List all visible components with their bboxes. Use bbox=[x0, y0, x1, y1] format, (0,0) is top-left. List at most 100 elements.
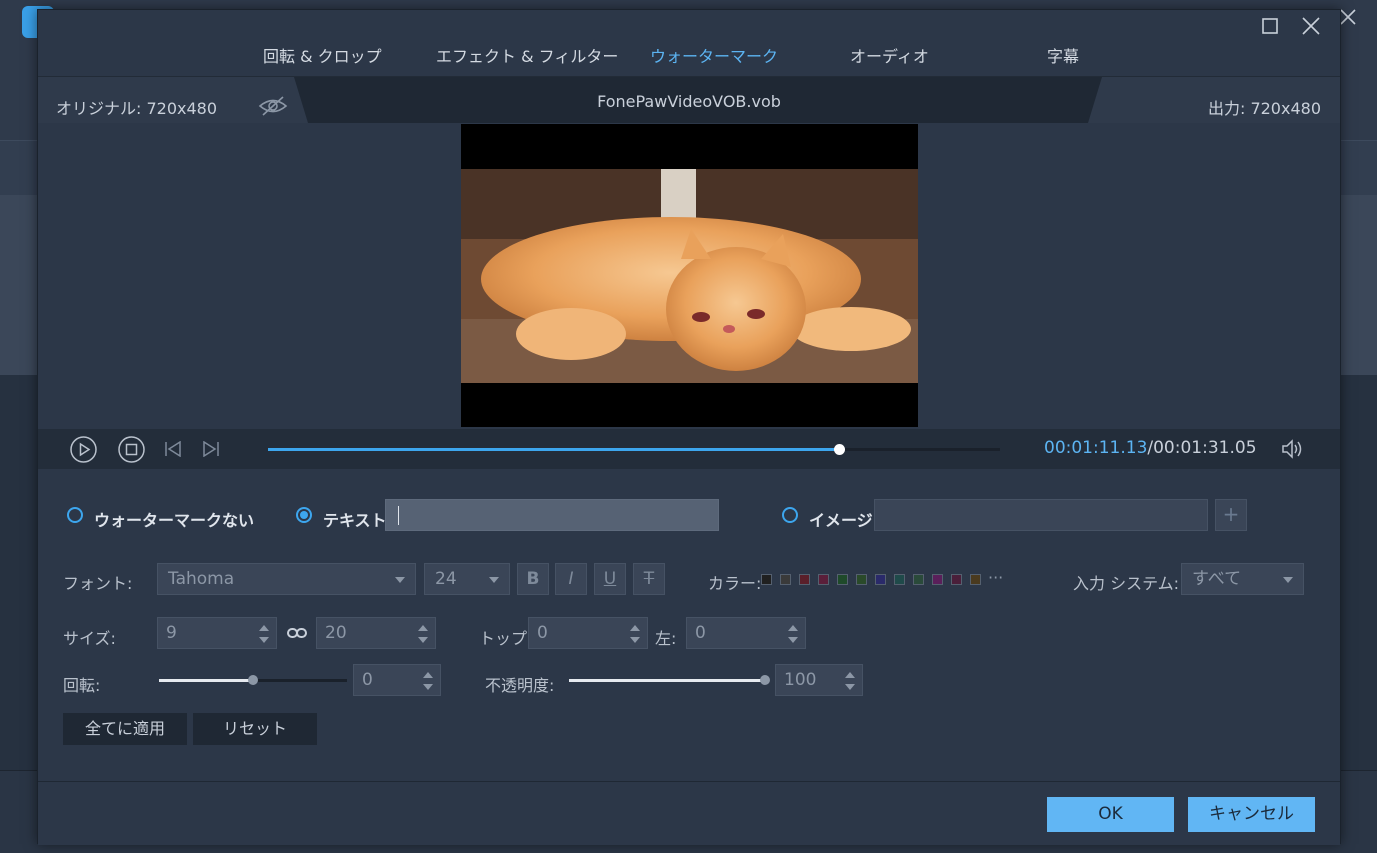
left-offset-stepper[interactable]: 0 bbox=[686, 617, 806, 649]
text-watermark-label: テキスト bbox=[323, 511, 387, 530]
color-swatch[interactable] bbox=[818, 574, 829, 585]
no-watermark-label: ウォーターマークない bbox=[94, 511, 255, 530]
maximize-icon[interactable] bbox=[1260, 16, 1280, 36]
more-colors-button[interactable]: ··· bbox=[988, 568, 1003, 587]
font-label: フォント: bbox=[63, 574, 133, 593]
time-display: 00:01:11.13/00:01:31.05 bbox=[1044, 438, 1257, 458]
decrement-arrow-icon[interactable] bbox=[845, 684, 855, 690]
increment-arrow-icon[interactable] bbox=[788, 625, 798, 631]
chevron-down-icon bbox=[1283, 577, 1293, 583]
tab-audio[interactable]: オーディオ bbox=[850, 43, 929, 67]
left-label: 左: bbox=[655, 629, 677, 648]
opacity-slider[interactable] bbox=[569, 675, 770, 685]
play-icon[interactable] bbox=[70, 436, 97, 463]
decrement-arrow-icon[interactable] bbox=[630, 637, 640, 643]
previous-frame-icon[interactable] bbox=[164, 441, 182, 457]
increment-arrow-icon[interactable] bbox=[845, 672, 855, 678]
edit-dialog: 回転 & クロップ エフェクト & フィルター ウォーターマーク オーディオ 字… bbox=[37, 9, 1341, 845]
input-system-select[interactable]: すべて bbox=[1181, 563, 1304, 595]
size-height-value: 20 bbox=[325, 623, 347, 643]
font-family-select[interactable]: Tahoma bbox=[157, 563, 416, 595]
progress-bar[interactable] bbox=[268, 444, 1000, 455]
text-caret bbox=[398, 506, 399, 525]
size-width-stepper[interactable]: 9 bbox=[157, 617, 277, 649]
color-swatch[interactable] bbox=[799, 574, 810, 585]
tab-subtitles[interactable]: 字幕 bbox=[1047, 43, 1079, 67]
left-offset-value: 0 bbox=[695, 623, 706, 643]
color-swatch[interactable] bbox=[780, 574, 791, 585]
top-offset-value: 0 bbox=[537, 623, 548, 643]
dialog-footer: OK キャンセル bbox=[38, 781, 1340, 845]
rotation-slider-handle[interactable] bbox=[248, 675, 258, 685]
strikethrough-button[interactable]: T bbox=[633, 563, 665, 595]
watermark-text-input[interactable] bbox=[385, 499, 719, 531]
image-watermark-radio[interactable] bbox=[782, 507, 798, 523]
output-info: 出力: 720x480 bbox=[1088, 77, 1340, 123]
tab-watermark[interactable]: ウォーターマーク bbox=[650, 43, 778, 67]
rotation-stepper[interactable]: 0 bbox=[353, 664, 441, 696]
input-system-value: すべて bbox=[1192, 569, 1242, 589]
chevron-down-icon bbox=[395, 577, 405, 583]
rotation-label: 回転: bbox=[63, 676, 101, 695]
progress-handle[interactable] bbox=[833, 444, 845, 455]
color-swatch[interactable] bbox=[951, 574, 962, 585]
color-swatch[interactable] bbox=[837, 574, 848, 585]
stop-icon[interactable] bbox=[118, 436, 145, 463]
size-height-stepper[interactable]: 20 bbox=[316, 617, 436, 649]
bold-button[interactable]: B bbox=[517, 563, 549, 595]
color-swatch[interactable] bbox=[761, 574, 772, 585]
opacity-label: 不透明度: bbox=[485, 676, 555, 695]
chevron-down-icon bbox=[489, 577, 499, 583]
color-swatch[interactable] bbox=[913, 574, 924, 585]
output-resolution: 出力: 720x480 bbox=[1207, 99, 1321, 118]
ok-button[interactable]: OK bbox=[1047, 797, 1174, 832]
rotation-value: 0 bbox=[362, 670, 373, 690]
current-time: 00:01:11.13 bbox=[1044, 438, 1148, 458]
tab-effects-filters[interactable]: エフェクト & フィルター bbox=[436, 43, 618, 67]
increment-arrow-icon[interactable] bbox=[423, 672, 433, 678]
next-frame-icon[interactable] bbox=[202, 441, 220, 457]
info-bar: オリジナル: 720x480 FonePawVideoVOB.vob 出力: 7… bbox=[38, 77, 1340, 123]
close-icon[interactable] bbox=[1301, 16, 1321, 36]
add-image-button[interactable]: + bbox=[1215, 499, 1247, 531]
color-swatch[interactable] bbox=[875, 574, 886, 585]
volume-icon[interactable] bbox=[1280, 438, 1304, 460]
increment-arrow-icon[interactable] bbox=[418, 625, 428, 631]
watermark-settings: ウォーターマークない テキスト イメージ + フォント: Tahoma 24 B… bbox=[38, 469, 1340, 781]
decrement-arrow-icon[interactable] bbox=[788, 637, 798, 643]
input-system-label: 入力 システム: bbox=[1073, 574, 1179, 593]
decrement-arrow-icon[interactable] bbox=[418, 637, 428, 643]
image-watermark-label: イメージ bbox=[809, 511, 873, 530]
apply-all-button[interactable]: 全てに適用 bbox=[63, 713, 187, 745]
cancel-button[interactable]: キャンセル bbox=[1188, 797, 1315, 832]
decrement-arrow-icon[interactable] bbox=[423, 684, 433, 690]
tab-bar: 回転 & クロップ エフェクト & フィルター ウォーターマーク オーディオ 字… bbox=[38, 10, 1340, 77]
underline-button[interactable]: U bbox=[594, 563, 626, 595]
opacity-stepper[interactable]: 100 bbox=[775, 664, 863, 696]
video-frame-image bbox=[461, 169, 918, 383]
opacity-value: 100 bbox=[784, 670, 817, 690]
tab-rotate-crop[interactable]: 回転 & クロップ bbox=[263, 43, 382, 67]
font-size-select[interactable]: 24 bbox=[424, 563, 510, 595]
decrement-arrow-icon[interactable] bbox=[259, 637, 269, 643]
size-label: サイズ: bbox=[63, 629, 116, 648]
reset-button[interactable]: リセット bbox=[193, 713, 317, 745]
italic-button[interactable]: I bbox=[555, 563, 587, 595]
color-swatch[interactable] bbox=[932, 574, 943, 585]
video-preview bbox=[461, 124, 918, 427]
rotation-slider-fill bbox=[159, 679, 253, 682]
no-watermark-radio[interactable] bbox=[67, 507, 83, 523]
color-swatch[interactable] bbox=[856, 574, 867, 585]
link-icon[interactable] bbox=[287, 626, 307, 640]
size-width-value: 9 bbox=[166, 623, 177, 643]
increment-arrow-icon[interactable] bbox=[630, 625, 640, 631]
color-swatch[interactable] bbox=[970, 574, 981, 585]
progress-fill bbox=[268, 448, 839, 451]
color-swatch[interactable] bbox=[894, 574, 905, 585]
watermark-image-path[interactable] bbox=[874, 499, 1208, 531]
increment-arrow-icon[interactable] bbox=[259, 625, 269, 631]
rotation-slider[interactable] bbox=[159, 675, 347, 685]
opacity-slider-handle[interactable] bbox=[760, 675, 770, 685]
text-watermark-radio[interactable] bbox=[296, 507, 312, 523]
top-offset-stepper[interactable]: 0 bbox=[528, 617, 648, 649]
